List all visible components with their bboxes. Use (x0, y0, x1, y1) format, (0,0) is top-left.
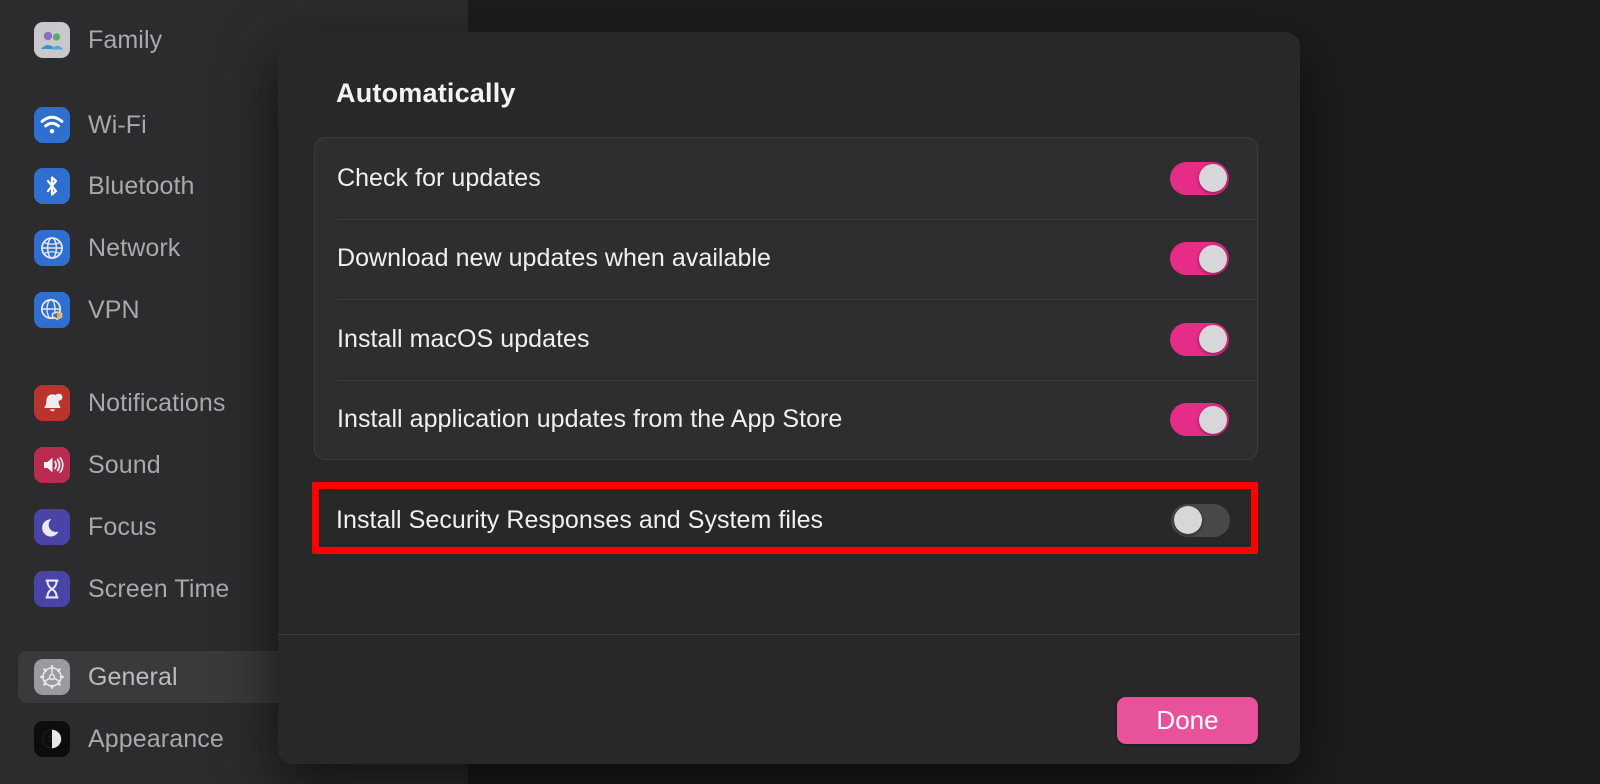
table-row[interactable]: Install macOS updates (315, 299, 1257, 380)
bell-icon (34, 385, 70, 421)
sidebar-item-label: General (88, 662, 178, 691)
sidebar-item-label: VPN (88, 295, 140, 324)
bluetooth-icon (34, 168, 70, 204)
toggle-install-macos-updates[interactable] (1170, 322, 1229, 356)
security-responses-row-wrap: Install Security Responses and System fi… (314, 484, 1258, 556)
toggle-knob (1198, 164, 1227, 193)
wifi-icon (34, 107, 70, 143)
automatically-dialog: Automatically Check for updates Download… (278, 32, 1300, 764)
updates-options-card: Check for updates Download new updates w… (314, 137, 1258, 460)
vpn-globe-icon (34, 292, 70, 328)
toggle-install-security-responses[interactable] (1171, 503, 1230, 537)
speaker-icon (34, 447, 70, 483)
toggle-download-new-updates[interactable] (1170, 242, 1229, 276)
toggle-knob (1198, 244, 1227, 273)
sidebar-item-label: Family (88, 25, 163, 54)
table-row[interactable]: Download new updates when available (315, 218, 1257, 300)
system-settings-window: Family Wi-Fi Bluetooth Network VPN Notif… (0, 0, 1600, 784)
toggle-check-for-updates[interactable] (1170, 161, 1229, 195)
row-label-download-new-updates: Download new updates when available (337, 244, 771, 273)
security-responses-row[interactable]: Install Security Responses and System fi… (314, 484, 1258, 556)
sidebar-item-label: Bluetooth (88, 171, 195, 200)
table-row[interactable]: Check for updates (315, 138, 1257, 219)
sidebar-item-label: Appearance (88, 724, 224, 753)
moon-icon (34, 509, 70, 545)
sidebar-item-label: Network (88, 233, 181, 262)
sidebar-item-label: Wi-Fi (88, 110, 147, 139)
row-label-check-for-updates: Check for updates (337, 163, 541, 192)
sidebar-item-label: Notifications (88, 388, 226, 417)
gear-icon (34, 659, 70, 695)
family-icon (34, 22, 70, 58)
contrast-icon (34, 721, 70, 757)
sidebar-item-label: Sound (88, 450, 161, 479)
row-label-install-macos-updates: Install macOS updates (337, 324, 590, 353)
sidebar-item-label: Focus (88, 512, 157, 541)
sidebar-item-label: Screen Time (88, 574, 230, 603)
done-button[interactable]: Done (1117, 697, 1258, 744)
row-label-install-app-store-updates: Install application updates from the App… (337, 405, 843, 434)
dialog-title: Automatically (336, 78, 516, 108)
row-label-install-security-responses: Install Security Responses and System fi… (336, 505, 824, 534)
toggle-knob (1173, 506, 1202, 534)
toggle-install-app-store-updates[interactable] (1170, 403, 1229, 437)
toggle-knob (1198, 405, 1227, 434)
table-row[interactable]: Install application updates from the App… (315, 379, 1257, 460)
hourglass-icon (34, 571, 70, 607)
dialog-footer: Done (278, 635, 1300, 764)
network-globe-icon (34, 230, 70, 266)
toggle-knob (1198, 325, 1227, 354)
